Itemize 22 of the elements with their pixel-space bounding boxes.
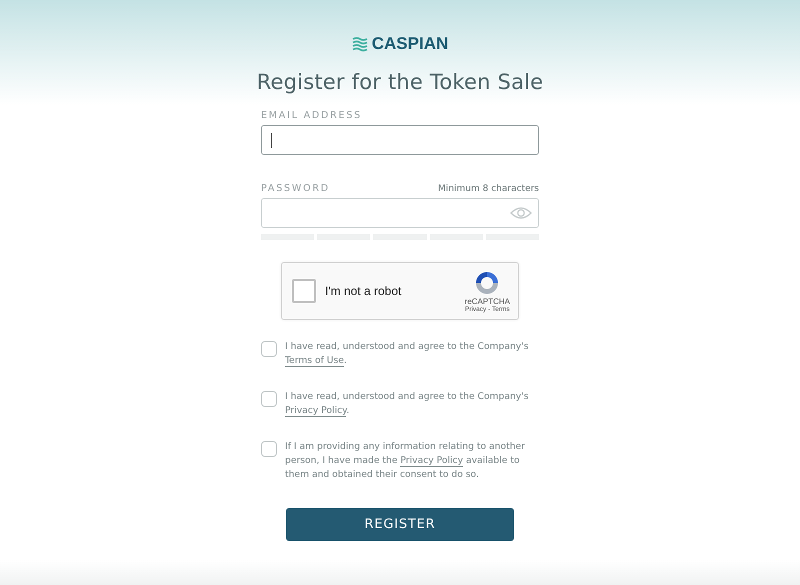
field-label: PASSWORD xyxy=(261,183,330,194)
field-label: EMAIL ADDRESS xyxy=(261,110,364,121)
agreement-link[interactable]: Terms of Use xyxy=(285,355,344,367)
agreement-link[interactable]: Privacy Policy xyxy=(285,405,346,417)
checkbox[interactable] xyxy=(261,441,277,457)
register-button[interactable]: REGISTER xyxy=(286,508,514,541)
checkbox[interactable] xyxy=(261,341,277,357)
email-field[interactable] xyxy=(261,125,539,155)
checkbox[interactable] xyxy=(261,391,277,407)
checkbox[interactable] xyxy=(292,279,316,303)
brand-name: CASPIAN xyxy=(372,34,448,54)
eye-icon[interactable] xyxy=(510,206,532,220)
recaptcha-label: reCAPTCHA xyxy=(464,297,510,306)
password-field[interactable] xyxy=(261,198,539,228)
agreement-text: If I am providing any information relating to another person, I have made the Privacy Policy available to them and obtained their consent to do so. xyxy=(285,440,526,482)
password-hint: Minimum 8 characters xyxy=(438,184,539,194)
agreement-text: I have read, understood and agree to the Company's Terms of Use. xyxy=(285,340,530,368)
agreement-link[interactable]: Privacy Policy xyxy=(400,455,464,467)
captcha-label: I'm not a robot xyxy=(325,284,402,298)
agreement-text: I have read, understood and agree to the Company's Privacy Policy. xyxy=(285,390,530,418)
waves-icon xyxy=(352,36,368,52)
page-title: Register for the Token Sale xyxy=(256,70,544,94)
